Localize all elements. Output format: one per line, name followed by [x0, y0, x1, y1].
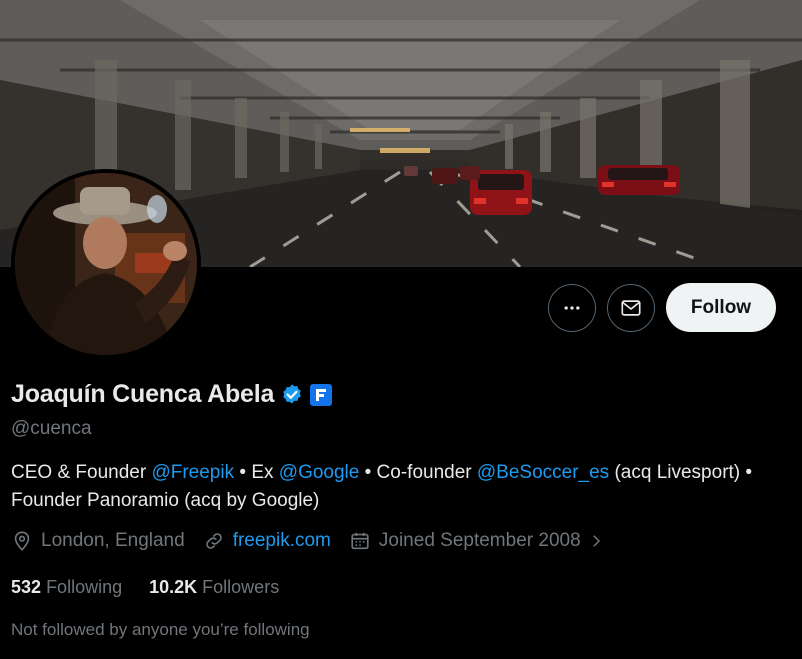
- more-horizontal-icon: [564, 306, 580, 310]
- follow-button[interactable]: Follow: [666, 283, 776, 332]
- link-icon: [205, 533, 222, 549]
- followers-label: Followers: [202, 577, 280, 597]
- mention-link[interactable]: @BeSoccer_es: [477, 462, 609, 483]
- verified-badge-icon[interactable]: [280, 383, 304, 407]
- freepik-logo-icon[interactable]: [310, 383, 333, 406]
- following-count: 532: [11, 577, 42, 597]
- envelope-icon: [621, 300, 641, 316]
- bio: CEO & Founder @Freepik • Ex @Google • Co…: [11, 459, 791, 515]
- follow-stats: 532 Following 10.2K Followers: [11, 577, 306, 598]
- more-options-button[interactable]: [548, 284, 596, 332]
- location: London, England: [11, 530, 185, 552]
- chevron-right-icon: [592, 535, 600, 547]
- joined-date[interactable]: Joined September 2008: [349, 530, 605, 552]
- bio-text: • Ex: [234, 462, 279, 483]
- following-label: Following: [46, 577, 123, 597]
- message-button[interactable]: [607, 284, 655, 332]
- bio-text: CEO & Founder: [11, 462, 152, 483]
- display-name: Joaquín Cuenca Abela: [11, 380, 275, 408]
- mention-link[interactable]: @Freepik: [151, 462, 234, 483]
- profile-meta: London, England freepik.com Joined Septe…: [11, 530, 623, 552]
- avatar[interactable]: [11, 169, 201, 359]
- name-row: Joaquín Cuenca Abela: [11, 380, 333, 409]
- followers-count: 10.2K: [149, 577, 198, 597]
- location-text: London, England: [41, 530, 185, 551]
- website[interactable]: freepik.com: [203, 530, 331, 552]
- mention-link[interactable]: @Google: [279, 462, 360, 483]
- avatar-image: [15, 173, 197, 355]
- calendar-icon: [351, 532, 369, 550]
- handle: @cuenca: [11, 418, 92, 439]
- joined-text: Joined September 2008: [378, 530, 581, 551]
- website-link[interactable]: freepik.com: [233, 530, 331, 552]
- following-stat[interactable]: 532 Following: [11, 577, 122, 598]
- followers-stat[interactable]: 10.2K Followers: [149, 577, 279, 598]
- location-pin-icon: [14, 531, 30, 551]
- followers-you-know: Not followed by anyone you’re following: [11, 620, 310, 639]
- bio-text: • Co-founder: [359, 462, 477, 483]
